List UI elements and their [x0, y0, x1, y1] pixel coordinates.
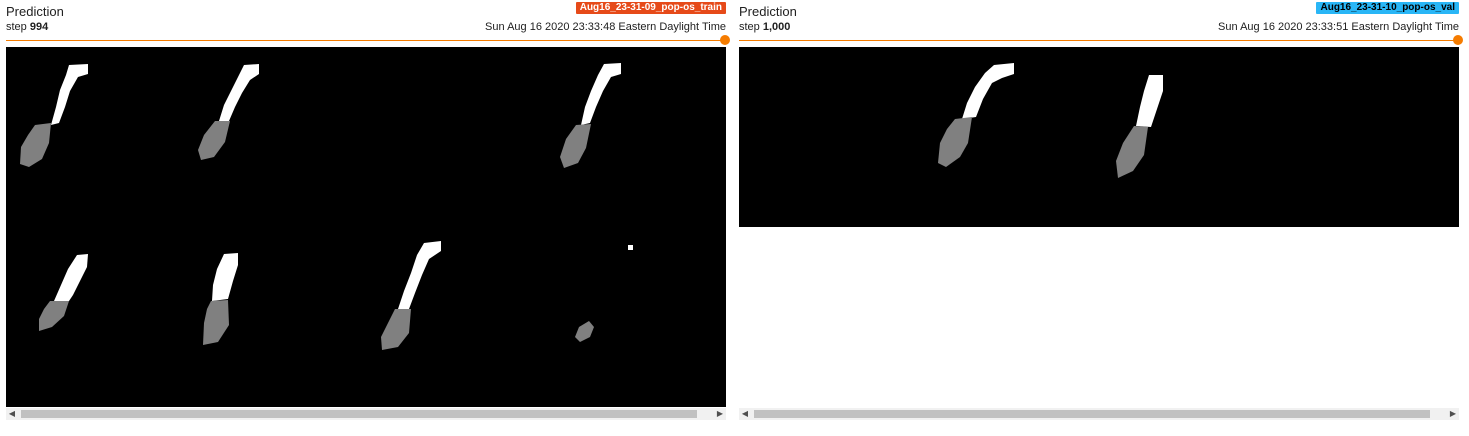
timestamp: Sun Aug 16 2020 23:33:48 Eastern Dayligh…: [485, 21, 726, 33]
run-badge: Aug16_23-31-09_pop-os_train: [575, 2, 726, 14]
step-slider-thumb[interactable]: [1453, 35, 1463, 45]
right-arrow-icon[interactable]: ▶: [714, 408, 726, 420]
step-slider[interactable]: [6, 40, 726, 41]
left-arrow-icon[interactable]: ◀: [739, 408, 751, 420]
prediction-image: [739, 47, 1459, 227]
scroll-thumb[interactable]: [754, 410, 1430, 418]
run-badge: Aug16_23-31-10_pop-os_val: [1316, 2, 1459, 14]
step-indicator: step 994: [6, 21, 48, 34]
step-value: 994: [29, 21, 49, 33]
step-label: step: [6, 21, 27, 33]
card-title: Prediction: [739, 4, 797, 19]
step-slider-thumb[interactable]: [720, 35, 730, 45]
step-indicator: step 1,000: [739, 21, 790, 34]
horizontal-scrollbar[interactable]: ◀ ▶: [6, 408, 726, 420]
horizontal-scrollbar[interactable]: ◀ ▶: [739, 408, 1459, 420]
right-arrow-icon[interactable]: ▶: [1447, 408, 1459, 420]
prediction-image: [6, 47, 726, 407]
step-label: step: [739, 21, 760, 33]
scroll-thumb[interactable]: [21, 410, 697, 418]
step-value: 1,000: [762, 21, 791, 33]
card-title: Prediction: [6, 4, 64, 19]
timestamp: Sun Aug 16 2020 23:33:51 Eastern Dayligh…: [1218, 21, 1459, 33]
step-slider[interactable]: [739, 40, 1459, 41]
left-arrow-icon[interactable]: ◀: [6, 408, 18, 420]
